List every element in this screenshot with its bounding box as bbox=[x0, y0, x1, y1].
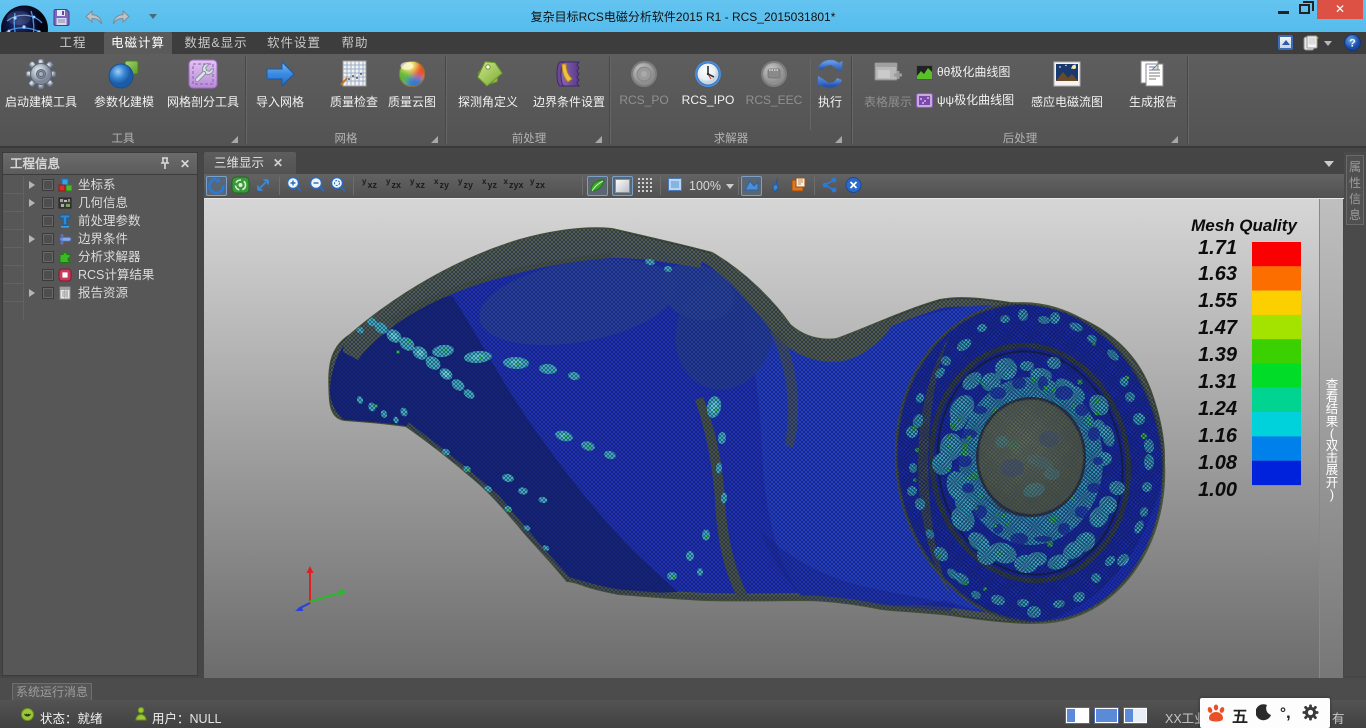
svg-text:1.08: 1.08 bbox=[1198, 452, 1238, 474]
svg-text:1.55: 1.55 bbox=[1198, 290, 1238, 312]
svg-text:1.24: 1.24 bbox=[1198, 398, 1237, 420]
svg-text:1.31: 1.31 bbox=[1198, 371, 1237, 393]
svg-text:Mesh Quality: Mesh Quality bbox=[1191, 216, 1298, 235]
svg-text:1.16: 1.16 bbox=[1198, 425, 1238, 447]
svg-text:1.47: 1.47 bbox=[1198, 317, 1238, 339]
svg-text:?: ? bbox=[1349, 38, 1356, 50]
svg-text:1.00: 1.00 bbox=[1198, 479, 1237, 501]
svg-text:1.39: 1.39 bbox=[1198, 344, 1238, 366]
svg-text:1.63: 1.63 bbox=[1198, 263, 1237, 285]
svg-text:1.71: 1.71 bbox=[1198, 237, 1237, 259]
